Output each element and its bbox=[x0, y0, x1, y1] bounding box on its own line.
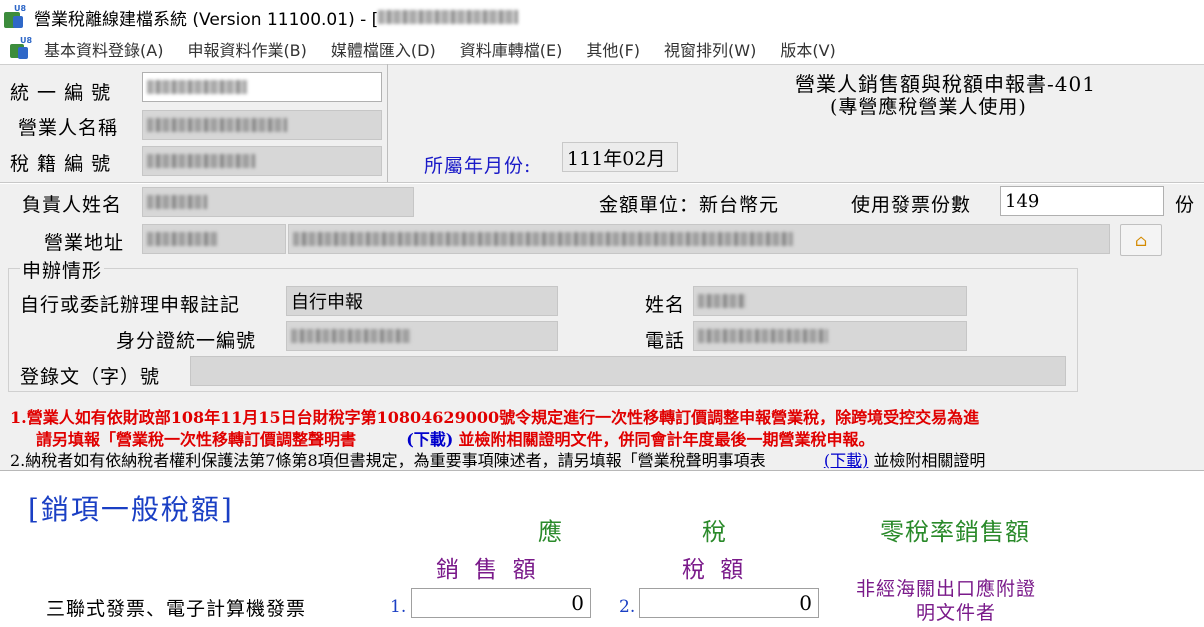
tax-registration-label: 稅 籍 編 號 bbox=[10, 153, 112, 175]
row1-sales-number: 1. bbox=[390, 597, 407, 617]
menu-version[interactable]: 版本(V) bbox=[780, 37, 835, 61]
business-name-label: 營業人名稱 bbox=[18, 117, 119, 139]
note1-line1: 1.營業人如有依財政部108年11月15日台財稅字第10804629000號令規… bbox=[10, 408, 980, 427]
menu-bar: U8 基本資料登錄(A) 申報資料作業(B) 媒體檔匯入(D) 資料庫轉檔(E)… bbox=[0, 34, 1204, 64]
reg-no-field[interactable] bbox=[190, 356, 1066, 386]
blurred-filename bbox=[378, 10, 519, 24]
menu-filing-data[interactable]: 申報資料作業(B) bbox=[187, 37, 306, 61]
self-or-agent-label: 自行或委託辦理申報註記 bbox=[20, 294, 241, 316]
address-detail-field[interactable] bbox=[288, 224, 1110, 254]
header-divider bbox=[387, 64, 388, 182]
currency-label: 金額單位：新台幣元 bbox=[599, 194, 780, 216]
period-field[interactable]: 111年02月 bbox=[562, 142, 678, 172]
agent-name-label: 姓名 bbox=[645, 294, 686, 316]
app-logo-icon: U8 bbox=[4, 4, 26, 28]
business-name-field[interactable] bbox=[142, 110, 382, 140]
menu-window-arrange[interactable]: 視窗排列(W) bbox=[664, 37, 756, 61]
note2-download-link[interactable]: (下載) bbox=[824, 451, 869, 470]
tax-id-label: 統 一 編 號 bbox=[10, 82, 112, 104]
row1-tax-input[interactable]: 0 bbox=[639, 588, 819, 618]
invoice-count-label: 使用發票份數 bbox=[851, 194, 972, 216]
window-title: 營業稅離線建檔系統 (Version 11100.01) - [ bbox=[34, 9, 379, 30]
zero-rate-header: 零稅率銷售額 bbox=[880, 518, 1030, 546]
invoice-count-unit: 份 bbox=[1175, 194, 1196, 216]
reg-no-label: 登錄文（字）號 bbox=[20, 366, 161, 388]
owner-label: 負責人姓名 bbox=[22, 194, 123, 216]
row1-sales-input[interactable]: 0 bbox=[411, 588, 591, 618]
tax-registration-field[interactable] bbox=[142, 146, 382, 176]
menu-other[interactable]: 其他(F) bbox=[586, 37, 640, 61]
note2-a: 2.納稅者如有依納稅者權利保護法第7條第8項但書規定，為重要事項陳述者，請另填報… bbox=[10, 451, 766, 470]
agent-name-field[interactable] bbox=[693, 286, 967, 316]
address-label: 營業地址 bbox=[44, 232, 125, 254]
taxable-header-1: 應 bbox=[538, 518, 562, 546]
lookup-icon: ⌂ bbox=[1134, 230, 1148, 250]
taxable-header-2: 稅 bbox=[702, 518, 726, 546]
tax-amount-header: 稅 額 bbox=[682, 557, 748, 583]
sales-amount-header: 銷 售 額 bbox=[436, 557, 540, 583]
address-city-field[interactable] bbox=[142, 224, 286, 254]
address-lookup-button[interactable]: ⌂ bbox=[1120, 224, 1162, 256]
mdi-child-icon[interactable]: U8 bbox=[10, 36, 32, 60]
menu-media-import[interactable]: 媒體檔匯入(D) bbox=[331, 37, 436, 61]
menu-db-convert[interactable]: 資料庫轉檔(E) bbox=[460, 37, 563, 61]
id-number-label: 身分證統一編號 bbox=[116, 330, 257, 352]
tax-id-field[interactable] bbox=[142, 72, 382, 102]
zero-note-line1: 非經海關出口應附證 bbox=[856, 578, 1037, 600]
note2-b: 並檢附相關證明 bbox=[873, 451, 986, 470]
zero-note-line2: 明文件者 bbox=[916, 602, 997, 624]
row1-label: 三聯式發票、電子計算機發票 bbox=[46, 598, 307, 620]
period-label: 所屬年月份: bbox=[424, 155, 532, 177]
id-number-field[interactable] bbox=[286, 321, 558, 351]
phone-label: 電話 bbox=[645, 330, 686, 352]
form-subtitle: (專營應稅營業人使用) bbox=[830, 96, 1027, 118]
self-or-agent-field[interactable]: 自行申報 bbox=[286, 286, 558, 316]
title-bar: U8 營業稅離線建檔系統 (Version 11100.01) - [ bbox=[0, 0, 1204, 34]
row1-tax-number: 2. bbox=[619, 597, 636, 617]
phone-field[interactable] bbox=[693, 321, 967, 351]
menu-basic-data[interactable]: 基本資料登錄(A) bbox=[44, 37, 163, 61]
owner-field[interactable] bbox=[142, 187, 414, 217]
header-separator bbox=[0, 182, 1204, 184]
sales-section-title: [銷項一般稅額] bbox=[28, 493, 234, 526]
invoice-count-input[interactable]: 149 bbox=[1000, 186, 1164, 216]
filing-group-title: 申辦情形 bbox=[20, 256, 105, 283]
